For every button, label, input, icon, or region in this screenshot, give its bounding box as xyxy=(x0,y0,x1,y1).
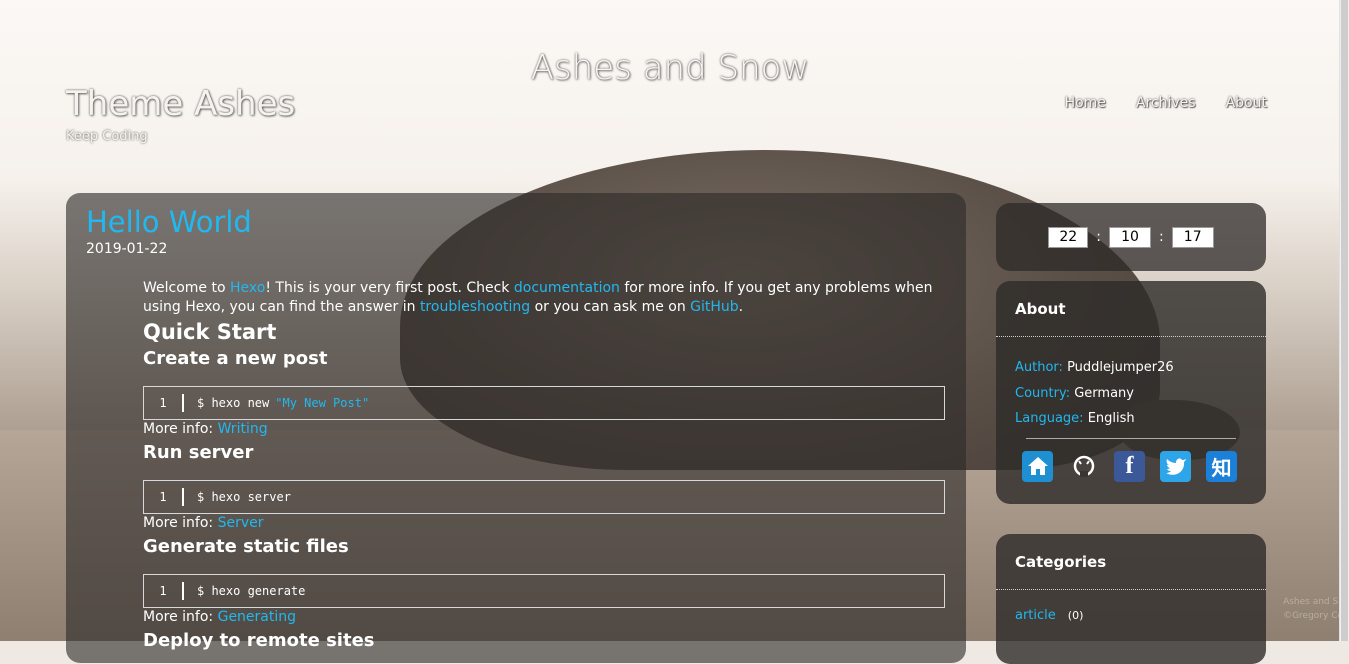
code-block: 1 $ hexo server xyxy=(143,480,945,514)
category-count: (0) xyxy=(1067,609,1084,622)
heading-deploy: Deploy to remote sites xyxy=(143,630,375,651)
code-gutter-divider xyxy=(182,488,184,506)
heading-quick-start: Quick Start xyxy=(143,320,277,344)
heading-generate-static: Generate static files xyxy=(143,536,349,557)
home-icon-glyph xyxy=(1027,457,1048,475)
post-title[interactable]: Hello World xyxy=(86,205,252,239)
photo-credit-line1: Ashes and S xyxy=(1283,597,1339,607)
scrollbar-thumb[interactable] xyxy=(1341,0,1348,641)
author-value: Puddlejumper26 xyxy=(1067,360,1174,375)
clock-seconds: 17 xyxy=(1171,226,1214,248)
code-line-number: 1 xyxy=(159,489,167,504)
categories-widget: Categories article (0) xyxy=(996,534,1266,664)
intro-text-1: Welcome to xyxy=(143,280,230,296)
language-value: English xyxy=(1087,411,1135,426)
page-scrollbar[interactable] xyxy=(1339,0,1349,641)
heading-run-server: Run server xyxy=(143,442,254,463)
intro-text-2: ! This is your very first post. Check xyxy=(265,280,514,296)
site-subtitle: Keep Coding xyxy=(66,129,148,144)
github-icon-glyph xyxy=(1073,455,1094,477)
more-info-label: More info: xyxy=(143,421,218,437)
author-label: Author: xyxy=(1015,360,1063,375)
clock-separator: : xyxy=(1096,229,1101,245)
nav-archives[interactable]: Archives xyxy=(1136,95,1196,111)
country-value: Germany xyxy=(1074,385,1134,401)
code-text: $ hexo generate xyxy=(197,583,306,598)
about-language: Language: English xyxy=(1015,406,1247,432)
clock-widget: 22 : 10 : 17 xyxy=(996,203,1266,271)
github-icon[interactable] xyxy=(1068,451,1099,482)
post-body: Welcome to Hexo! This is your very first… xyxy=(143,279,945,653)
nav-home[interactable]: Home xyxy=(1065,95,1106,111)
language-label: Language: xyxy=(1015,411,1084,426)
about-info: Author: Puddlejumper26 Country: Germany … xyxy=(996,337,1266,432)
intro-text-4: or you can ask me on xyxy=(530,299,691,315)
clock-separator: : xyxy=(1159,229,1164,245)
link-server[interactable]: Server xyxy=(218,515,264,531)
social-links: f 知 xyxy=(996,439,1266,482)
more-info: More info: Writing xyxy=(143,420,945,439)
category-item-article[interactable]: article xyxy=(1015,608,1056,623)
categories-title: Categories xyxy=(1015,553,1107,571)
code-line-number: 1 xyxy=(159,583,167,598)
photo-credit-line2: ©Gregory Co xyxy=(1283,611,1343,621)
nav-about[interactable]: About xyxy=(1226,95,1267,111)
code-line-number: 1 xyxy=(159,395,167,410)
more-info: More info: Server xyxy=(143,514,945,533)
home-icon[interactable] xyxy=(1022,450,1053,482)
country-label: Country: xyxy=(1015,385,1071,401)
clock-minutes: 10 xyxy=(1109,226,1151,248)
link-hexo[interactable]: Hexo xyxy=(230,280,265,296)
twitter-icon[interactable] xyxy=(1160,450,1191,482)
brand-banner: Ashes and Snow xyxy=(530,48,810,88)
more-info: More info: Generating xyxy=(143,608,945,627)
about-widget: About Author: Puddlejumper26 Country: Ge… xyxy=(996,281,1266,504)
about-author: Author: Puddlejumper26 xyxy=(1015,355,1247,381)
code-text: $ hexo new xyxy=(197,395,270,410)
zhihu-icon[interactable]: 知 xyxy=(1206,450,1237,482)
code-gutter-divider xyxy=(182,394,184,412)
main-nav: Home Archives About xyxy=(1035,95,1267,111)
category-list: article (0) xyxy=(996,590,1266,641)
link-documentation[interactable]: documentation xyxy=(514,280,620,296)
link-writing[interactable]: Writing xyxy=(218,421,268,437)
more-info-label: More info: xyxy=(143,609,218,625)
code-block: 1 $ hexo generate xyxy=(143,574,945,608)
more-info-label: More info: xyxy=(143,515,218,531)
about-country: Country: Germany xyxy=(1015,381,1247,407)
about-title: About xyxy=(1015,300,1066,318)
code-gutter-divider xyxy=(182,582,184,600)
link-github[interactable]: GitHub xyxy=(690,299,739,315)
code-string: "My New Post" xyxy=(275,395,370,410)
code-text: $ hexo server xyxy=(197,489,291,504)
post-panel: Hello World 2019-01-22 Welcome to Hexo! … xyxy=(66,193,966,663)
twitter-icon-glyph xyxy=(1165,458,1186,475)
post-intro: Welcome to Hexo! This is your very first… xyxy=(143,279,945,317)
code-block: 1 $ hexo new "My New Post" xyxy=(143,386,945,420)
intro-text-5: . xyxy=(738,299,744,315)
clock-hours: 22 xyxy=(1048,226,1089,248)
site-title[interactable]: Theme Ashes xyxy=(66,84,295,124)
post-date: 2019-01-22 xyxy=(86,241,168,257)
photo-credit: Ashes and S ©Gregory Co xyxy=(1283,595,1343,623)
heading-create-post: Create a new post xyxy=(143,348,328,369)
facebook-icon[interactable]: f xyxy=(1114,450,1145,482)
link-troubleshooting[interactable]: troubleshooting xyxy=(420,299,530,315)
link-generating[interactable]: Generating xyxy=(218,609,296,625)
